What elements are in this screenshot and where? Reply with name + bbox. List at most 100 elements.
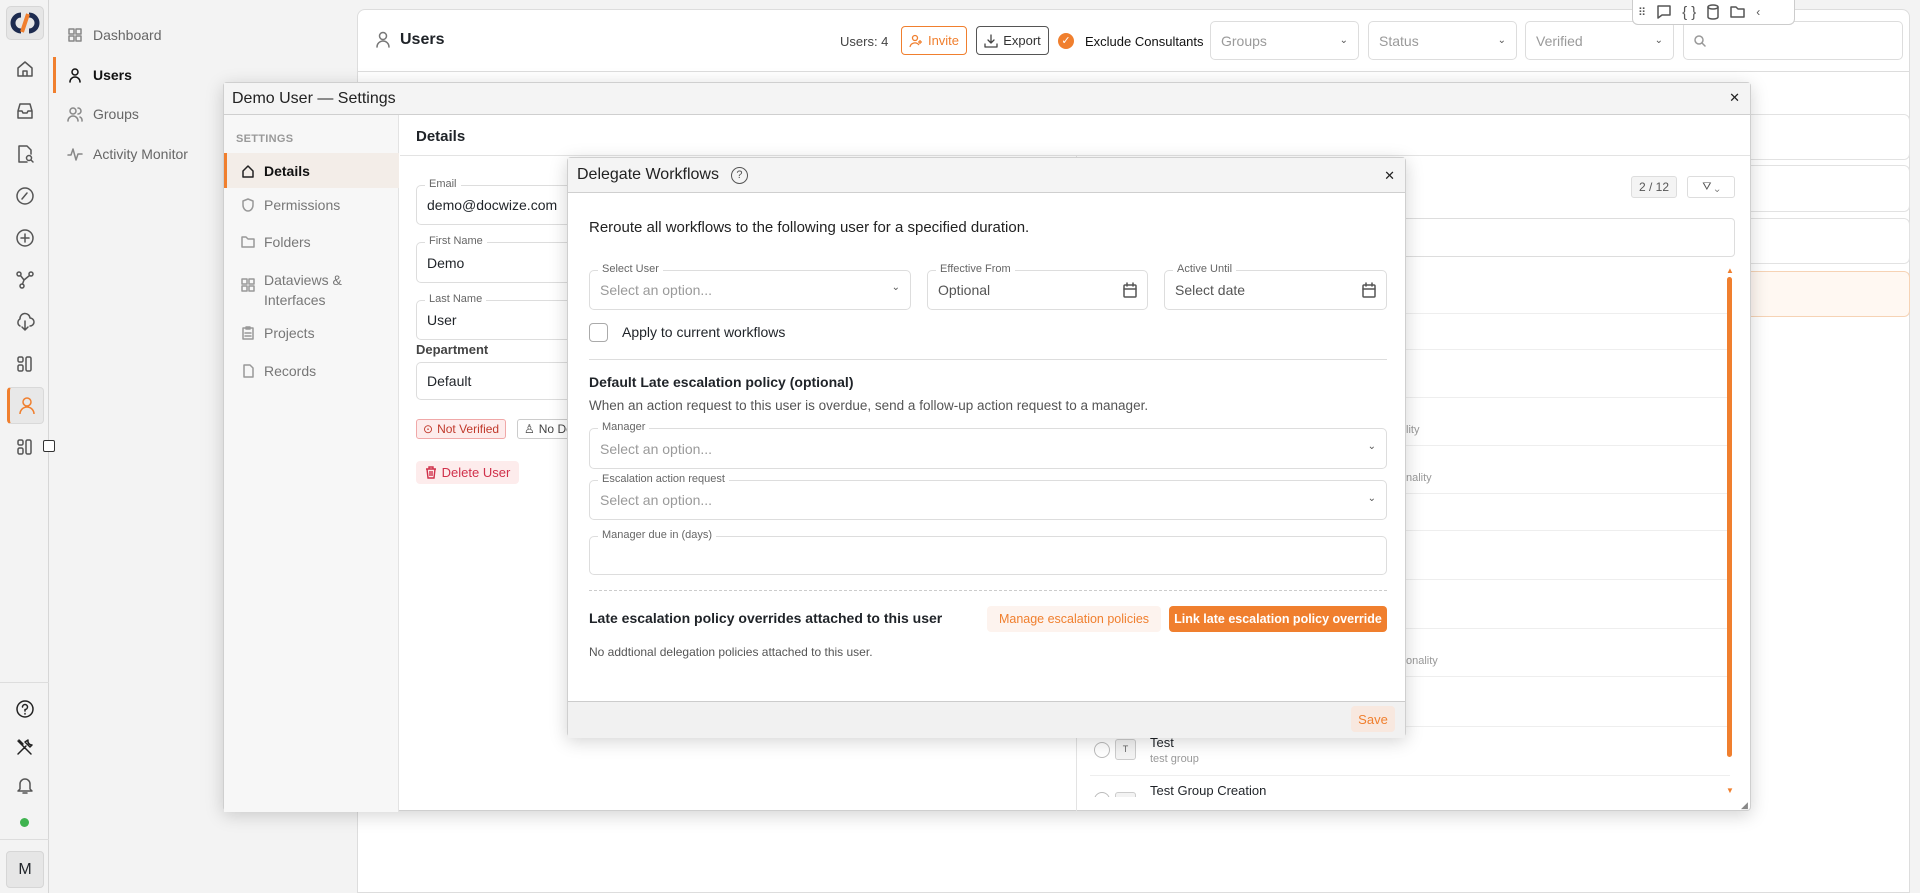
manage-escalation-policies-button[interactable]: Manage escalation policies — [987, 606, 1161, 632]
nav-label: Users — [93, 67, 132, 83]
nav-item-dashboard[interactable]: Dashboard — [53, 17, 353, 53]
help-icon[interactable]: ? — [730, 166, 748, 184]
user-icon — [69, 68, 81, 83]
active-until-date[interactable]: Active Until Select date — [1164, 263, 1387, 310]
apps-icon[interactable] — [14, 436, 36, 458]
close-icon[interactable]: ✕ — [1729, 90, 1740, 106]
select-user-dropdown[interactable]: Select User Select an option... ⌄ — [589, 263, 911, 310]
chevron-left-icon[interactable]: ‹ — [1756, 5, 1760, 19]
dialog-title: Delegate Workflows — [577, 166, 719, 183]
bell-icon[interactable] — [14, 774, 36, 796]
row-checkbox[interactable] — [1094, 742, 1110, 758]
code-braces-icon[interactable]: { } — [1682, 4, 1696, 21]
settings-item-records[interactable]: Records — [224, 361, 399, 381]
collapse-panel-icon[interactable] — [43, 440, 55, 452]
users-count: Users: 4 — [840, 34, 889, 49]
grid-icon — [241, 278, 255, 292]
settings-item-folders[interactable]: Folders — [224, 232, 399, 252]
calendar-icon[interactable] — [1122, 282, 1138, 299]
close-icon[interactable]: ✕ — [1384, 168, 1395, 184]
inbox-icon[interactable] — [14, 100, 36, 122]
home-icon — [242, 164, 254, 178]
link-escalation-override-button[interactable]: Link late escalation policy override — [1169, 606, 1387, 632]
scroll-down-arrow[interactable]: ▼ — [1726, 786, 1734, 795]
apps-icon[interactable] — [14, 353, 36, 375]
export-button[interactable]: Export — [976, 26, 1049, 55]
list-item[interactable]: Test Group Creation — [1094, 780, 1594, 797]
comment-icon[interactable] — [1656, 4, 1672, 20]
scrollbar-thumb[interactable] — [1727, 277, 1732, 757]
save-button[interactable]: Save — [1351, 706, 1395, 732]
database-icon[interactable] — [1706, 4, 1720, 20]
chevron-down-icon: ⌄ — [891, 282, 900, 293]
plus-circle-icon[interactable] — [14, 227, 36, 249]
document-search-icon[interactable] — [14, 143, 36, 165]
search-input[interactable] — [1683, 21, 1903, 60]
rail-users-button[interactable] — [7, 387, 44, 424]
resize-handle[interactable]: ◢ — [1741, 800, 1748, 811]
avatar[interactable]: M — [6, 851, 44, 888]
user-icon: ♙ — [524, 422, 535, 436]
divider — [0, 682, 49, 683]
delegate-workflows-dialog: Delegate Workflows ? ✕ Reroute all workf… — [567, 157, 1406, 738]
exclude-consultants-checkbox[interactable]: ✓ — [1058, 33, 1074, 49]
dialog-titlebar: Demo User — Settings ✕ — [224, 83, 1750, 115]
field-label: Email — [425, 178, 461, 190]
dialog-titlebar: Delegate Workflows ? ✕ — [568, 158, 1405, 193]
list-item[interactable]: T Test test group — [1094, 732, 1594, 772]
field-placeholder: Select an option... — [600, 492, 713, 508]
clock-icon: ⊙ — [423, 422, 434, 436]
settings-sidebar: SETTINGS Details Permissions Folders Dat… — [224, 115, 399, 812]
verification-badge: ⊙ Not Verified — [416, 419, 507, 439]
item-label: Records — [264, 363, 317, 379]
item-subtitle: test group — [1150, 753, 1199, 765]
invite-button[interactable]: Invite — [901, 26, 967, 55]
status-dot — [20, 818, 29, 827]
status-filter[interactable]: Status ⌄ — [1368, 21, 1517, 60]
groups-filter[interactable]: Groups ⌄ — [1210, 21, 1359, 60]
delete-user-button[interactable]: Delete User — [416, 461, 519, 484]
chevron-down-icon: ⌄ — [1339, 35, 1348, 46]
manager-due-days-input[interactable]: Manager due in (days) — [589, 529, 1387, 575]
nodes-icon[interactable] — [14, 269, 36, 291]
app-logo[interactable] — [6, 6, 44, 40]
settings-item-details[interactable]: Details — [224, 153, 399, 188]
settings-item-dataviews[interactable]: Dataviews & Interfaces — [224, 270, 399, 310]
settings-item-projects[interactable]: Projects — [224, 323, 399, 343]
groups-placeholder: Groups — [1221, 32, 1267, 49]
row-checkbox[interactable] — [1094, 792, 1110, 797]
overrides-heading: Late escalation policy overrides attache… — [589, 610, 943, 626]
folder-icon — [241, 236, 255, 248]
department-label: Department — [416, 342, 489, 357]
help-icon[interactable] — [14, 698, 36, 720]
list-item-subtitle: nality — [1406, 472, 1432, 484]
list-item-subtitle: lity — [1406, 424, 1420, 436]
field-label: First Name — [425, 235, 487, 247]
manager-dropdown[interactable]: Manager Select an option... ⌄ — [589, 421, 1387, 469]
filter-button[interactable]: ⛛ ⌄ — [1687, 176, 1735, 198]
dashboard-icon — [68, 28, 82, 42]
scroll-up-arrow[interactable]: ▲ — [1726, 266, 1734, 275]
verified-filter[interactable]: Verified ⌄ — [1525, 21, 1674, 60]
list-item-subtitle: onality — [1406, 655, 1438, 667]
drag-handle-icon[interactable]: ⠿ — [1638, 6, 1646, 19]
field-label: Effective From — [936, 263, 1015, 275]
field-value: Demo — [427, 254, 465, 271]
chevron-down-icon: ⌄ — [1367, 441, 1376, 452]
apply-current-workflows-checkbox[interactable] — [589, 323, 608, 342]
escalation-action-dropdown[interactable]: Escalation action request Select an optio… — [589, 473, 1387, 520]
compass-icon[interactable] — [14, 185, 36, 207]
status-placeholder: Status — [1379, 32, 1419, 49]
user-icon — [376, 31, 390, 48]
overrides-empty-note: No addtional delegation policies attache… — [589, 645, 873, 659]
clipboard-icon — [242, 326, 254, 340]
row-divider — [1090, 775, 1730, 776]
effective-from-date[interactable]: Effective From Optional — [927, 263, 1148, 310]
cloud-download-icon[interactable] — [14, 311, 36, 333]
group-avatar: T — [1115, 739, 1136, 760]
tools-icon[interactable] — [14, 736, 36, 758]
home-icon[interactable] — [14, 58, 36, 80]
folder-open-icon[interactable] — [1730, 4, 1746, 20]
settings-item-permissions[interactable]: Permissions — [224, 195, 399, 215]
calendar-icon[interactable] — [1361, 282, 1377, 299]
